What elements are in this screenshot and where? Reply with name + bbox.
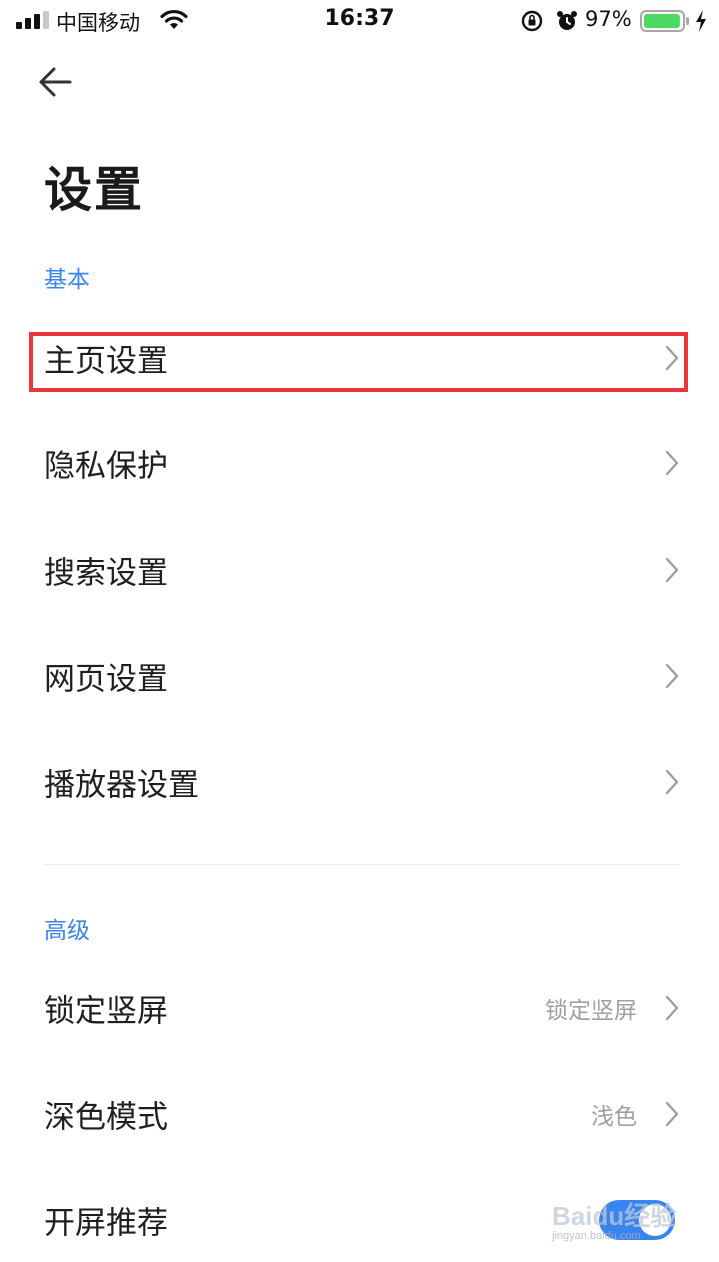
- row-label: 播放器设置: [44, 767, 199, 804]
- baidu-watermark: Baidu经验 jingyan.baidu.com: [552, 1178, 692, 1248]
- battery-percent: 97%: [585, 7, 632, 31]
- row-label: 深色模式: [44, 1099, 168, 1136]
- rotation-lock-icon: [521, 10, 543, 32]
- highlight-box: [29, 332, 688, 392]
- row-label: 网页设置: [44, 661, 168, 698]
- watermark-subtext: jingyan.baidu.com: [552, 1230, 641, 1242]
- back-arrow-icon[interactable]: [36, 62, 76, 102]
- row-label: 隐私保护: [44, 448, 168, 485]
- row-label: 搜索设置: [44, 555, 168, 592]
- chevron-right-icon: [665, 450, 679, 476]
- chevron-right-icon: [665, 663, 679, 689]
- chevron-right-icon: [665, 995, 679, 1021]
- row-label: 锁定竖屏: [44, 993, 168, 1030]
- row-value: 浅色: [591, 1104, 637, 1130]
- section-label-basic: 基本: [44, 267, 90, 293]
- section-label-advanced: 高级: [44, 918, 90, 944]
- settings-row-lock-portrait[interactable]: 锁定竖屏 锁定竖屏: [0, 968, 719, 1048]
- alarm-icon: [557, 11, 577, 30]
- settings-row-privacy[interactable]: 隐私保护: [0, 423, 719, 503]
- chevron-right-icon: [665, 1101, 679, 1127]
- settings-row-webpage[interactable]: 网页设置: [0, 636, 719, 716]
- battery-icon: [640, 10, 689, 32]
- settings-row-dark-mode[interactable]: 深色模式 浅色: [0, 1074, 719, 1154]
- section-divider: [44, 864, 679, 865]
- row-value: 锁定竖屏: [545, 998, 637, 1024]
- row-label: 开屏推荐: [44, 1205, 168, 1242]
- charging-icon: [696, 10, 706, 32]
- page-title: 设置: [44, 162, 145, 218]
- watermark-text: Baidu经验: [552, 1201, 677, 1231]
- status-bar: 中国移动 16:37 97%: [0, 0, 719, 44]
- settings-row-player[interactable]: 播放器设置: [0, 742, 719, 822]
- chevron-right-icon: [665, 769, 679, 795]
- chevron-right-icon: [665, 557, 679, 583]
- settings-row-search[interactable]: 搜索设置: [0, 530, 719, 610]
